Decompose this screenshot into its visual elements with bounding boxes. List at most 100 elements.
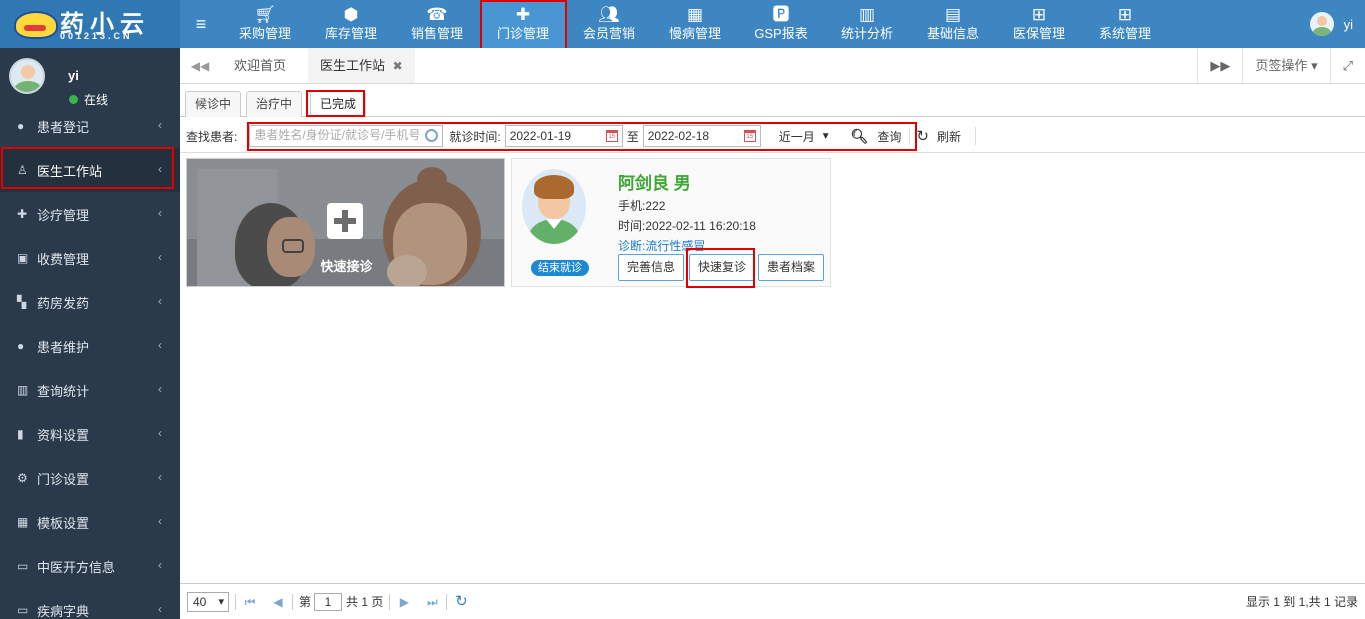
chevron-left-icon: ‹ [158,162,162,176]
time-value: 2022-02-11 16:20:18 [645,219,756,233]
medkit-icon: ✚ [17,207,28,221]
tabs-scroll-left-icon[interactable]: ◀◀ [190,57,210,75]
patient-cards: 快速接诊 结束就诊 阿剑良 男 手机:222 时间:2022-02-11 16:… [180,152,1365,583]
pagination-bar: 40 ⏮ ◀ 第 1 共 1 页 ▶ ⏭ ↻ 显示 1 到 1,共 1 记录 [180,583,1365,619]
cube-icon: ⬢ [343,5,359,24]
first-page-icon[interactable]: ⏮ [242,594,258,610]
sidebar-item-query-stats[interactable]: ▥ 查询统计 ‹ [0,368,180,412]
nav-inventory[interactable]: ⬢ 库存管理 [308,0,394,48]
divider [235,593,236,610]
app-logo[interactable]: 药小云 001213.CN [0,0,180,48]
map-icon: ▚ [17,295,27,309]
query-button-label: 查询 [877,129,902,144]
top-user-name: yi [1343,16,1353,32]
nav-sales[interactable]: ☎ 销售管理 [394,0,480,48]
tab-completed[interactable]: 已完成 [310,91,367,118]
nav-label: 销售管理 [410,26,463,41]
chevron-left-icon: ‹ [158,558,162,572]
status-tabs: 候诊中 治疗中 已完成 [180,84,1365,118]
sidebar-item-label: 医生工作站 [37,163,103,179]
page-number-input[interactable]: 1 [314,592,343,611]
nav-chronic[interactable]: ▦ 慢病管理 [652,0,738,48]
sidebar-item-billing[interactable]: ▣ 收费管理 ‹ [0,236,180,280]
nav-gsp[interactable]: 🅿︎ GSP报表 [738,0,824,48]
chevron-left-icon: ‹ [158,118,162,132]
sidebar-item-clinic-settings[interactable]: ⚙ 门诊设置 ‹ [0,456,180,500]
date-to-value: 2022-02-18 [647,129,710,143]
nav-system[interactable]: ⊞ 系统管理 [1082,0,1168,48]
visit-time-label: 就诊时间: [449,129,501,144]
sidebar-item-doctor-station[interactable]: ♙ 医生工作站 ‹ [0,148,180,192]
logo-icon [14,11,58,39]
search-placeholder: 患者姓名/身份证/就诊号/手机号 [254,128,421,142]
top-nav: 🛒︎ 采购管理 ⬢ 库存管理 ☎ 销售管理 ✚ 门诊管理 👥︎ 会员营销 ▦ 慢… [222,0,1168,48]
sidebar-item-label: 模板设置 [37,515,90,531]
money-icon: ▣ [17,251,29,265]
to-label: 至 [626,129,639,144]
sidebar-item-label: 患者维护 [37,339,90,355]
divider [446,593,448,610]
search-icon[interactable] [425,129,439,142]
sidebar-item-disease-dict[interactable]: ▭ 疾病字典 ‹ [0,588,180,619]
tabs-scroll-right-icon[interactable]: ▶▶ [1197,48,1242,83]
nav-purchase[interactable]: 🛒︎ 采购管理 [222,0,308,48]
patient-search-input[interactable]: 患者姓名/身份证/就诊号/手机号 [249,125,444,147]
last-page-icon[interactable]: ⏭ [424,594,440,610]
sidebar-item-label: 药房发药 [37,295,90,311]
date-from-field[interactable]: 2022-01-19 15 [504,125,623,147]
nav-label: 采购管理 [238,26,291,41]
desktop-icon: ▭ [17,559,29,573]
sidebar-item-patient-maintain[interactable]: ● 患者维护 ‹ [0,324,180,368]
sidebar-item-template-settings[interactable]: ▦ 模板设置 ‹ [0,500,180,544]
divider [389,593,391,610]
complete-info-button[interactable]: 完善信息 [618,254,685,281]
range-select-value: 近一月 [778,129,815,144]
calendar-icon[interactable]: 15 [743,130,756,142]
top-user-menu[interactable]: yi [1309,12,1353,36]
tab-waiting[interactable]: 候诊中 [185,91,242,117]
nav-outpatient[interactable]: ✚ 门诊管理 [480,0,566,48]
date-range-select[interactable]: 近一月 ▼ [779,128,831,145]
book-icon: ▤ [944,5,962,24]
patient-phone: 手机:222 [618,197,665,214]
fullscreen-icon[interactable]: ⤢ [1329,48,1365,83]
page-size-select[interactable]: 40 [187,591,229,612]
patient-file-button[interactable]: 患者档案 [758,254,825,281]
tab-in-treatment[interactable]: 治疗中 [246,91,303,117]
avatar [9,58,45,94]
date-to-field[interactable]: 2022-02-18 15 [642,125,761,147]
quick-revisit-button[interactable]: 快速复诊 [689,254,756,281]
nav-basic-info[interactable]: ▤ 基础信息 [910,0,996,48]
next-page-icon[interactable]: ▶ [396,594,412,610]
query-button[interactable]: 🔍︎ 查询 [851,128,902,145]
tab-doctor-station[interactable]: 医生工作站 ✖ [308,48,415,83]
page-ops-dropdown[interactable]: 页签操作 ▾ [1242,48,1329,83]
nav-label: 库存管理 [324,26,377,41]
nav-stats[interactable]: ▥ 统计分析 [824,0,910,48]
tab-home[interactable]: 欢迎首页 [222,48,298,83]
caret-down-icon: ▼ [820,130,831,142]
refresh-icon[interactable]: ↻ [453,593,469,610]
page-label-after: 共 1 页 [346,595,384,609]
menu-toggle-icon[interactable]: ≡ [188,12,214,36]
sidebar-item-patient-register[interactable]: ● 患者登记 ‹ [0,104,180,148]
chevron-left-icon: ‹ [158,206,162,220]
sidebar-item-label: 患者登记 [37,119,90,135]
nav-insurance[interactable]: ⊞ 医保管理 [996,0,1082,48]
refresh-button-label: 刷新 [937,129,962,144]
prev-page-icon[interactable]: ◀ [270,594,286,610]
sidebar-user: yi 在线 [0,48,180,108]
close-icon[interactable]: ✖ [393,59,403,73]
nav-member[interactable]: 👥︎ 会员营销 [566,0,652,48]
cart-icon: 🛒︎ [254,5,276,24]
page-ops-label: 页签操作 [1255,58,1308,73]
sidebar-item-treatment[interactable]: ✚ 诊疗管理 ‹ [0,192,180,236]
sidebar-item-tcm-prescription[interactable]: ▭ 中医开方信息 ‹ [0,544,180,588]
sidebar: yi 在线 ● 患者登记 ‹ ♙ 医生工作站 ‹ ✚ 诊疗管理 ‹ ▣ 收费管理… [0,48,180,619]
refresh-button[interactable]: ↻ 刷新 [916,127,961,145]
sidebar-item-pharmacy[interactable]: ▚ 药房发药 ‹ [0,280,180,324]
sidebar-item-data-settings[interactable]: ▮ 资料设置 ‹ [0,412,180,456]
quick-reception-card[interactable]: 快速接诊 [186,158,505,287]
calendar-icon[interactable]: 15 [605,130,618,142]
windows-icon: ⊞ [1117,5,1133,24]
